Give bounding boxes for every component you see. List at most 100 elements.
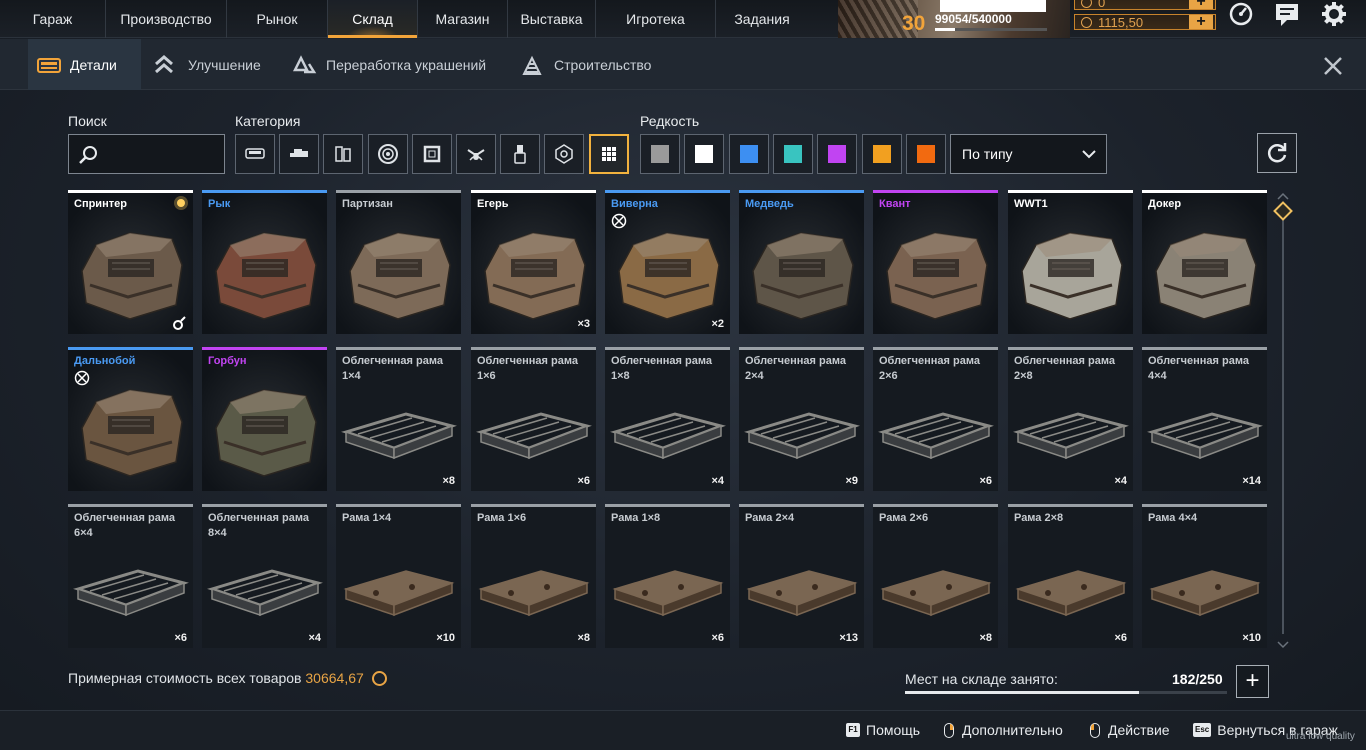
more-hint[interactable]: Дополнительно xyxy=(944,722,1063,738)
rarity-legendary-button[interactable] xyxy=(861,134,902,174)
refresh-button[interactable] xyxy=(1257,133,1297,173)
item-card[interactable]: Медведь xyxy=(739,190,864,334)
item-card[interactable]: Рама 1×6 ×8 xyxy=(471,504,596,648)
item-card[interactable]: Дальнобой xyxy=(68,347,193,491)
nav-tasks[interactable]: Задания xyxy=(716,0,808,38)
category-all-button[interactable] xyxy=(588,134,629,174)
category-drone-button[interactable] xyxy=(456,134,496,174)
mouse-right-icon xyxy=(944,722,954,738)
item-card[interactable]: Облегченная рама 4×4 ×14 xyxy=(1142,347,1267,491)
item-card[interactable]: Егерь ×3 xyxy=(471,190,596,334)
item-name: Рама 2×4 xyxy=(745,512,795,524)
item-card[interactable]: WWT1 xyxy=(1008,190,1133,334)
chat-icon[interactable] xyxy=(1273,1,1301,29)
item-name: Облегченная рама 1×6 xyxy=(477,355,578,382)
item-quantity: ×3 xyxy=(577,318,590,330)
category-frame-button[interactable] xyxy=(411,134,452,174)
weapon-icon xyxy=(290,149,309,157)
scroll-up-icon[interactable] xyxy=(1276,191,1290,201)
speedometer-icon[interactable] xyxy=(1227,1,1255,29)
scroll-down-icon[interactable] xyxy=(1276,640,1290,650)
item-card[interactable]: Рама 2×8 ×6 xyxy=(1008,504,1133,648)
currency-coins[interactable]: 1115,50 + xyxy=(1074,14,1216,30)
add-storage-button[interactable]: + xyxy=(1236,665,1269,698)
item-name: Облегченная рама 2×4 xyxy=(745,355,846,382)
item-card[interactable]: Докер xyxy=(1142,190,1267,334)
item-card[interactable]: Спринтер xyxy=(68,190,193,334)
scrollbar-track[interactable] xyxy=(1282,202,1284,634)
rarity-common-button[interactable] xyxy=(640,134,680,174)
settings-gear-icon[interactable] xyxy=(1320,1,1348,29)
tab-upgrade[interactable]: Улучшение xyxy=(154,39,261,90)
mouse-left-icon xyxy=(1090,722,1100,738)
item-name: Горбун xyxy=(208,355,247,367)
construction-icon xyxy=(522,55,542,75)
item-card[interactable]: Облегченная рама 1×4 ×8 xyxy=(336,347,461,491)
help-hint[interactable]: F1 Помощь xyxy=(846,722,920,738)
item-quantity: ×8 xyxy=(979,632,992,644)
category-weapon-button[interactable] xyxy=(279,134,320,174)
nav-garage[interactable]: Гараж xyxy=(0,0,106,38)
action-hint[interactable]: Действие xyxy=(1090,722,1170,738)
rarity-relic-button[interactable] xyxy=(905,134,946,174)
frame-icon xyxy=(423,145,441,163)
item-card[interactable]: Партизан xyxy=(336,190,461,334)
item-card[interactable]: Рама 1×8 ×6 xyxy=(605,504,730,648)
item-name: WWT1 xyxy=(1014,198,1048,210)
player-xp: 99054/540000 xyxy=(935,12,1012,26)
tab-parts[interactable]: Детали xyxy=(28,39,141,90)
coin-icon xyxy=(371,671,387,686)
search-input[interactable] xyxy=(103,135,221,173)
item-name: Квант xyxy=(879,198,911,210)
item-card[interactable]: Рама 2×4 ×13 xyxy=(739,504,864,648)
upgrade-chevrons-icon xyxy=(155,54,173,73)
nav-exhibition[interactable]: Выставка xyxy=(508,0,596,38)
nav-store[interactable]: Магазин xyxy=(418,0,508,38)
item-card[interactable]: Квант xyxy=(873,190,998,334)
item-card[interactable]: Облегченная рама 8×4 ×4 xyxy=(202,504,327,648)
nav-market[interactable]: Рынок xyxy=(227,0,328,38)
nav-game-room[interactable]: Игротека xyxy=(596,0,716,38)
item-card[interactable]: Облегченная рама 2×6 ×6 xyxy=(873,347,998,491)
item-card[interactable]: Рык xyxy=(202,190,327,334)
item-card[interactable]: Облегченная рама 2×8 ×4 xyxy=(1008,347,1133,491)
add-currency-button[interactable]: + xyxy=(1189,0,1213,10)
nav-storage[interactable]: Склад xyxy=(328,0,418,38)
item-card[interactable]: Рама 2×6 ×8 xyxy=(873,504,998,648)
category-module-button[interactable] xyxy=(323,134,364,174)
item-card[interactable]: Облегченная рама 1×6 ×6 xyxy=(471,347,596,491)
item-quantity: ×6 xyxy=(979,475,992,487)
item-name: Облегченная рама 2×8 xyxy=(1014,355,1115,382)
sort-select[interactable]: По типу xyxy=(950,134,1107,174)
category-wheel-button[interactable] xyxy=(367,134,408,174)
rarity-swatch xyxy=(828,145,847,163)
rarity-epic-button[interactable] xyxy=(817,134,858,174)
tab-construction[interactable]: Строительство xyxy=(520,39,651,90)
item-card[interactable]: Горбун xyxy=(202,347,327,491)
item-card[interactable]: Рама 4×4 ×10 xyxy=(1142,504,1267,648)
category-cabin-button[interactable] xyxy=(235,134,275,174)
storage-label: Мест на складе занято: xyxy=(905,671,1058,687)
item-card[interactable]: Облегченная рама 1×8 ×4 xyxy=(605,347,730,491)
add-coins-button[interactable]: + xyxy=(1189,14,1213,30)
nav-production[interactable]: Производство xyxy=(106,0,227,38)
cabin-image xyxy=(202,350,327,491)
currency-top[interactable]: 0 + xyxy=(1074,0,1216,10)
tab-decor-recycle[interactable]: Переработка украшений xyxy=(292,39,486,90)
player-level: 30 xyxy=(902,12,926,35)
category-decor-button[interactable] xyxy=(544,134,585,174)
frame-image xyxy=(1142,507,1267,648)
rarity-rare-button[interactable] xyxy=(728,134,769,174)
close-icon[interactable] xyxy=(1322,55,1344,77)
rarity-white-button[interactable] xyxy=(684,134,725,174)
item-card[interactable]: Виверна ×2 xyxy=(605,190,730,334)
rarity-label: Редкость xyxy=(640,113,700,129)
search-field[interactable] xyxy=(68,134,225,174)
item-card[interactable]: Облегченная рама 2×4 ×9 xyxy=(739,347,864,491)
frame-image xyxy=(605,507,730,648)
scrollbar-thumb[interactable] xyxy=(1273,201,1293,221)
rarity-special-button[interactable] xyxy=(772,134,813,174)
item-card[interactable]: Облегченная рама 6×4 ×6 xyxy=(68,504,193,648)
item-card[interactable]: Рама 1×4 ×10 xyxy=(336,504,461,648)
category-paint-button[interactable] xyxy=(500,134,541,174)
